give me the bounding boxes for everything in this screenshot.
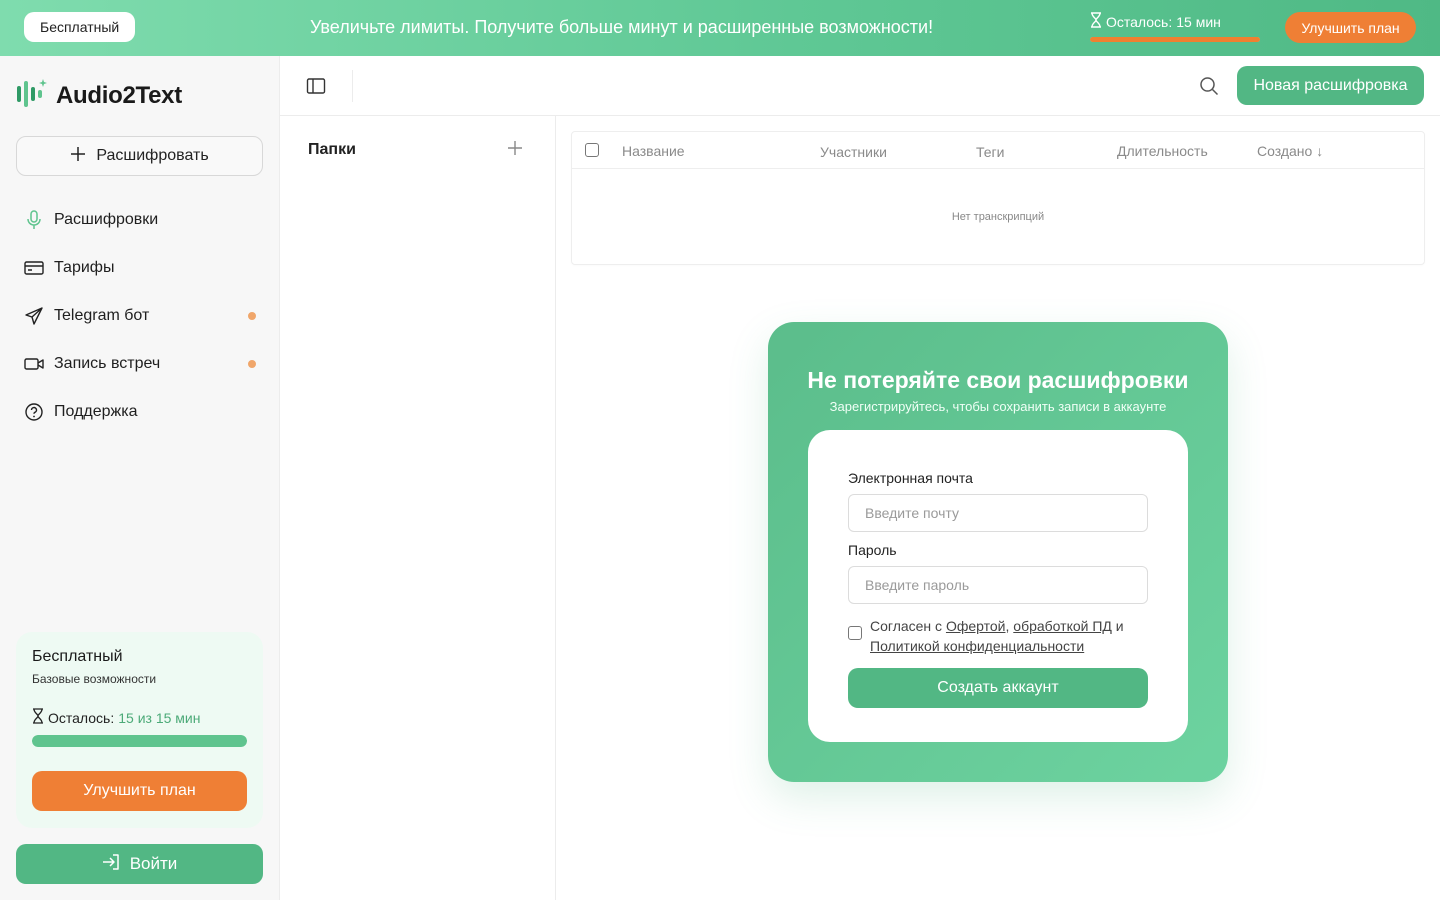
sidebar-item-transcriptions[interactable]: Расшифровки <box>16 196 264 244</box>
sidebar-upgrade-button[interactable]: Улучшить план <box>32 771 247 811</box>
sidebar-nav: Расшифровки Тарифы Telegram бот Запись в… <box>16 196 264 436</box>
new-transcription-button[interactable]: Новая расшифровка <box>1237 66 1424 105</box>
login-label: Войти <box>129 854 178 873</box>
column-tags[interactable]: Теги <box>976 144 1004 160</box>
banner-remaining: Осталось: 15 мин <box>1090 12 1262 42</box>
upgrade-plan-button[interactable]: Улучшить план <box>1285 12 1416 43</box>
plan-description: Базовые возможности <box>32 672 157 686</box>
sidebar-toggle-icon[interactable] <box>306 76 326 96</box>
sidebar-item-label: Telegram бот <box>54 307 150 324</box>
video-icon <box>24 354 44 374</box>
plan-card: Бесплатный Базовые возможности Осталось:… <box>16 632 263 828</box>
column-participants[interactable]: Участники <box>820 144 887 160</box>
login-button[interactable]: Войти <box>16 844 263 884</box>
create-account-button[interactable]: Создать аккаунт <box>848 668 1148 708</box>
password-label: Пароль <box>848 542 897 558</box>
promo-text: Увеличьте лимиты. Получите больше минут … <box>310 17 934 37</box>
transcriptions-table: Название Участники Теги Длительность Соз… <box>571 131 1425 265</box>
app-name: Audio2Text <box>56 81 182 109</box>
transcribe-button[interactable]: Расшифровать <box>16 136 263 176</box>
offer-link[interactable]: Офертой <box>946 618 1006 634</box>
agree-prefix: Согласен с <box>870 618 946 634</box>
help-icon <box>24 402 44 422</box>
plan-remaining: Осталось: 15 из 15 мин <box>32 708 247 727</box>
folders-panel: Папки <box>280 116 556 900</box>
column-created[interactable]: Создано ↓ <box>1257 143 1323 159</box>
agreement-checkbox[interactable] <box>848 626 862 640</box>
sidebar-item-label: Расшифровки <box>54 211 159 228</box>
upgrade-banner: Бесплатный Увеличьте лимиты. Получите бо… <box>0 0 1440 56</box>
search-icon[interactable] <box>1198 75 1220 97</box>
banner-remaining-fill <box>1090 37 1260 42</box>
signup-subtitle: Зарегистрируйтесь, чтобы сохранить запис… <box>829 399 1167 414</box>
select-all-checkbox[interactable] <box>585 143 599 157</box>
banner-remaining-value: 15 мин <box>1176 13 1221 30</box>
signup-form: Электронная почта Пароль Согласен с Офер… <box>808 430 1188 742</box>
plan-progress-fill <box>32 735 247 747</box>
sidebar-item-meetings[interactable]: Запись встреч <box>16 340 264 388</box>
email-field[interactable] <box>848 494 1148 532</box>
card-icon <box>24 258 44 278</box>
transcribe-label: Расшифровать <box>96 147 209 164</box>
plan-badge: Бесплатный <box>24 12 136 42</box>
sidebar-item-telegram[interactable]: Telegram бот <box>16 292 264 340</box>
sidebar-item-label: Тарифы <box>54 259 115 276</box>
privacy-link[interactable]: Политикой конфиденциальности <box>870 638 1084 654</box>
banner-remaining-bar <box>1090 37 1260 42</box>
folders-title: Папки <box>308 141 356 158</box>
agree-and: и <box>1111 618 1124 634</box>
banner-remaining-label: Осталось: <box>1106 13 1173 30</box>
logo[interactable]: Audio2Text <box>16 78 182 113</box>
sidebar-item-label: Запись встреч <box>54 355 161 372</box>
empty-state-text: Нет транскрипций <box>951 211 1045 223</box>
top-header: Новая расшифровка <box>280 56 1440 116</box>
notification-dot <box>248 360 256 368</box>
hourglass-icon <box>32 708 44 727</box>
column-name[interactable]: Название <box>622 143 685 159</box>
table-header: Название Участники Теги Длительность Соз… <box>572 132 1424 169</box>
plan-name: Бесплатный <box>32 648 123 665</box>
send-icon <box>24 306 44 326</box>
plan-remaining-value: 15 из 15 мин <box>118 709 201 726</box>
column-duration[interactable]: Длительность <box>1117 143 1208 159</box>
add-folder-icon[interactable] <box>507 140 523 160</box>
agreement-text: Согласен с Офертой, обработкой ПД и Поли… <box>870 616 1124 656</box>
signup-card: Не потеряйте свои расшифровки Зарегистри… <box>768 322 1228 782</box>
plan-remaining-label: Осталось: <box>48 709 115 726</box>
sidebar-item-tariffs[interactable]: Тарифы <box>16 244 264 292</box>
plan-progress-bar <box>32 735 247 747</box>
signup-title: Не потеряйте свои расшифровки <box>807 367 1189 393</box>
sidebar-item-label: Поддержка <box>54 403 138 420</box>
login-icon <box>102 853 120 876</box>
hourglass-icon <box>1090 12 1102 31</box>
notification-dot <box>248 312 256 320</box>
waveform-logo-icon <box>16 78 48 113</box>
header-divider <box>352 70 353 102</box>
agreement: Согласен с Офертой, обработкой ПД и Поли… <box>848 616 1148 656</box>
password-field[interactable] <box>848 566 1148 604</box>
plus-icon <box>70 146 86 167</box>
pd-link[interactable]: обработкой ПД <box>1013 618 1112 634</box>
email-label: Электронная почта <box>848 470 973 486</box>
sidebar-item-support[interactable]: Поддержка <box>16 388 264 436</box>
mic-icon <box>24 210 44 230</box>
sidebar: Audio2Text Расшифровать Расшифровки Тари… <box>0 56 280 900</box>
